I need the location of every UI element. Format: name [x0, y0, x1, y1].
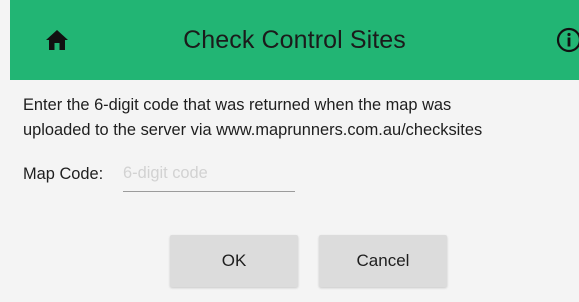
info-icon: [556, 27, 579, 53]
instructions-line: Enter the 6-digit code that was returned…: [23, 96, 452, 114]
instructions-line: uploaded to the server via www.maprunner…: [23, 121, 483, 139]
cancel-button[interactable]: Cancel: [319, 235, 447, 287]
instructions-text: Enter the 6-digit code that was returned…: [23, 93, 568, 143]
map-code-label: Map Code:: [23, 165, 104, 183]
page-title: Check Control Sites: [183, 25, 406, 54]
app-header: Check Control Sites: [10, 0, 579, 80]
ok-button[interactable]: OK: [170, 235, 298, 287]
home-button[interactable]: [44, 27, 70, 53]
map-code-input[interactable]: [123, 158, 295, 192]
info-button[interactable]: [556, 27, 579, 53]
home-icon: [46, 30, 68, 50]
